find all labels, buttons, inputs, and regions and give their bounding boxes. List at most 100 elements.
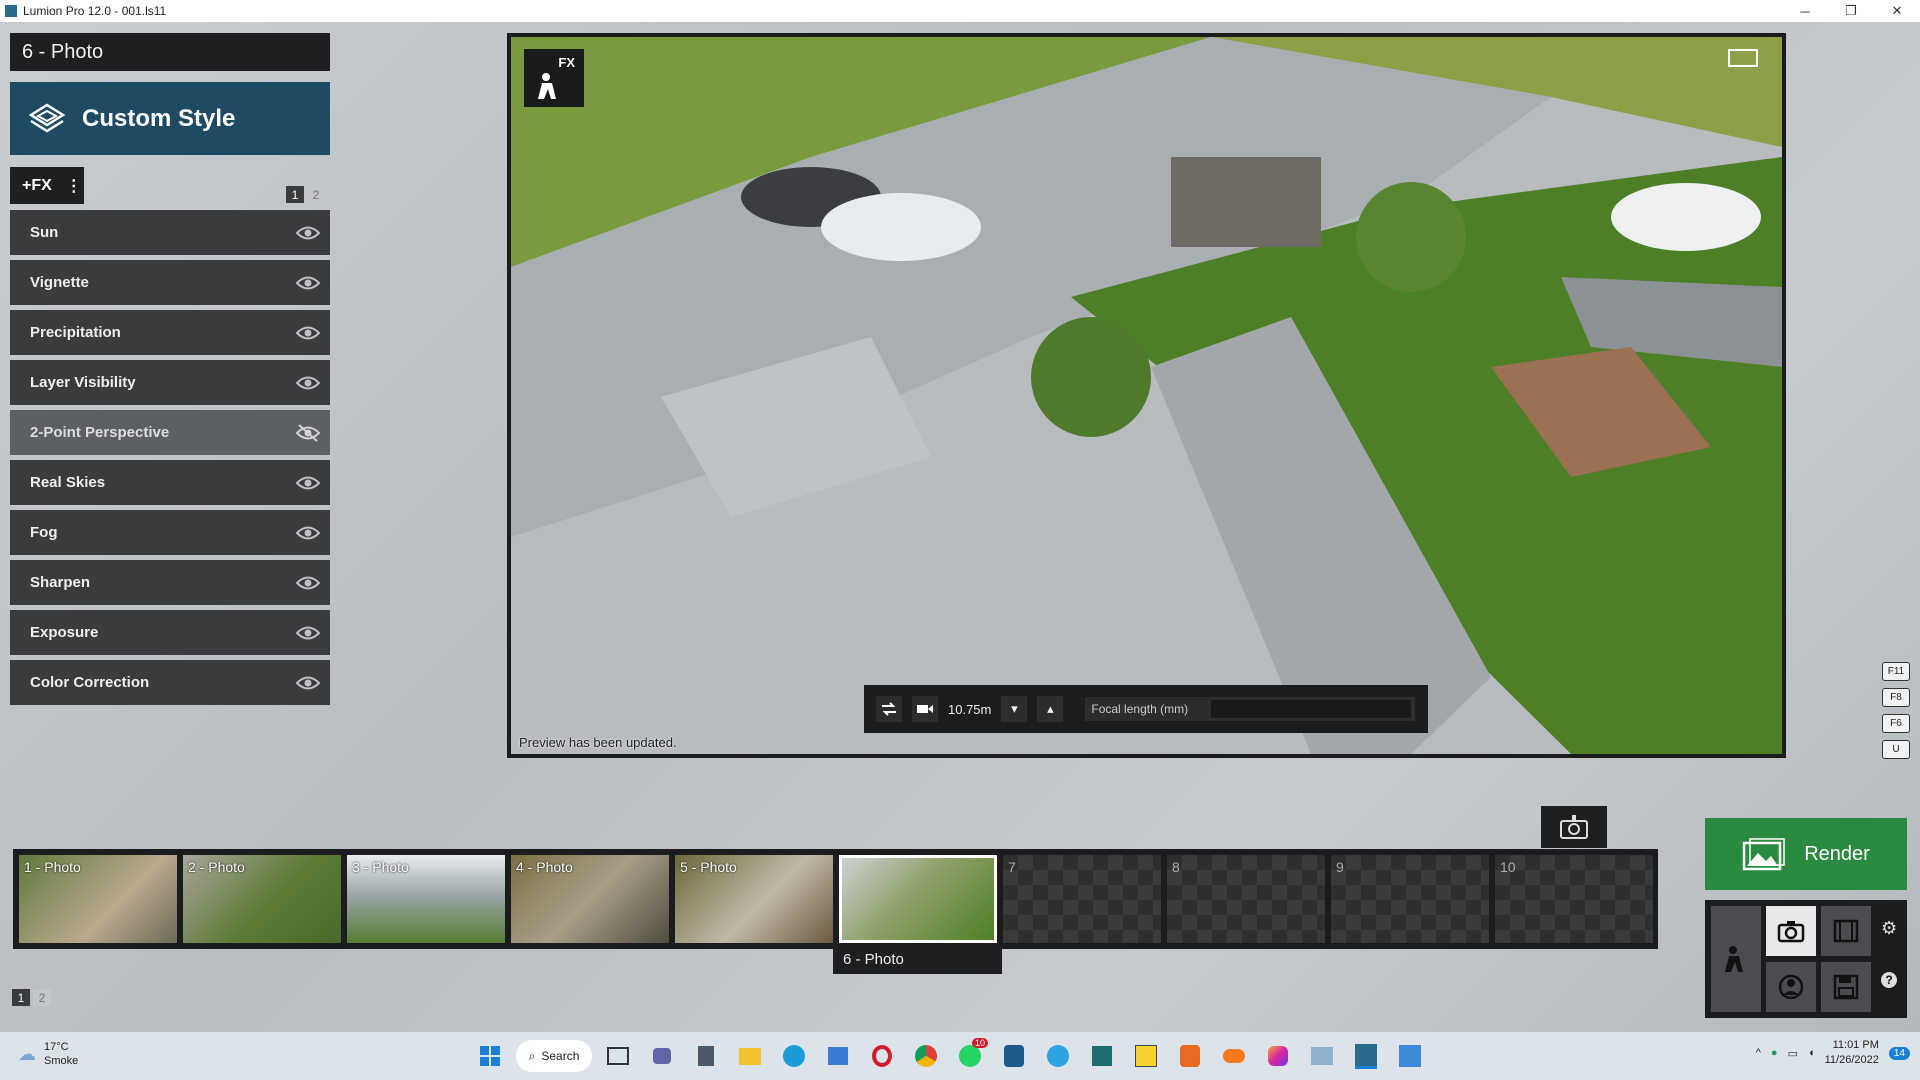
eye-icon[interactable] (296, 475, 320, 491)
maximize-button[interactable]: ❐ (1828, 0, 1874, 22)
volume-icon[interactable]: ◖ (1808, 1047, 1815, 1059)
eye-off-icon[interactable] (296, 423, 320, 442)
effect-color-correction[interactable]: Color Correction (10, 660, 330, 705)
focal-length-slider[interactable]: Focal length (mm) (1085, 697, 1416, 721)
effect-exposure[interactable]: Exposure (10, 610, 330, 655)
photo-thumbnail[interactable]: 2 - Photo (183, 855, 341, 943)
search-label: Search (541, 1049, 580, 1063)
camera-height-value[interactable]: 10.75m (948, 702, 991, 717)
effect-precipitation[interactable]: Precipitation (10, 310, 330, 355)
photo-mode-button[interactable] (1766, 906, 1816, 956)
effect-layer-visibility[interactable]: Layer Visibility (10, 360, 330, 405)
focal-length-track[interactable] (1211, 700, 1412, 718)
key-f8[interactable]: F8 (1882, 688, 1910, 707)
file-explorer-icon[interactable] (732, 1038, 768, 1074)
weather-widget[interactable]: ☁ 17°C Smoke (18, 1040, 78, 1068)
render-button[interactable]: Render (1705, 818, 1907, 890)
movie-mode-button[interactable] (1821, 906, 1871, 956)
empty-photo-slot[interactable]: 9 (1331, 855, 1489, 943)
notification-badge[interactable]: 14 (1888, 1046, 1910, 1060)
network-icon[interactable]: ▭ (1788, 1047, 1798, 1060)
photo-viewport[interactable]: FX Preview has been updated. (507, 33, 1786, 758)
eye-icon[interactable] (296, 325, 320, 341)
preview-status: Preview has been updated. (519, 735, 677, 750)
app-tray-icon[interactable]: ● (1771, 1047, 1778, 1059)
photo-title[interactable]: 6 - Photo (10, 33, 330, 71)
height-down-button[interactable]: ▾ (1001, 696, 1028, 722)
fx-page-2[interactable]: 2 (307, 186, 325, 203)
chevron-down-icon: ▾ (1011, 701, 1018, 716)
effect-label: Layer Visibility (30, 374, 136, 391)
app-blue-icon[interactable] (1392, 1038, 1428, 1074)
empty-photo-slot[interactable]: 8 (1167, 855, 1325, 943)
key-u[interactable]: U (1882, 740, 1910, 759)
eye-icon[interactable] (296, 575, 320, 591)
chevron-up-icon: ▴ (1047, 701, 1054, 716)
windows-start-icon[interactable] (472, 1038, 508, 1074)
fx-toggle-button[interactable]: FX (524, 49, 584, 107)
instagram-icon[interactable] (1260, 1038, 1296, 1074)
taskbar-search-button[interactable]: ⌕ Search (516, 1040, 592, 1072)
edge-browser-icon[interactable] (776, 1038, 812, 1074)
eye-icon[interactable] (296, 625, 320, 641)
key-f6[interactable]: F6 (1882, 714, 1910, 733)
aspect-frame-icon[interactable] (1728, 49, 1758, 67)
custom-style-button[interactable]: Custom Style (10, 82, 330, 155)
chrome-icon[interactable] (908, 1038, 944, 1074)
image-viewer-icon[interactable] (1304, 1038, 1340, 1074)
empty-photo-slot[interactable]: 7 (1003, 855, 1161, 943)
eye-icon[interactable] (296, 225, 320, 241)
swap-camera-button[interactable] (876, 696, 902, 722)
effect-sharpen[interactable]: Sharpen (10, 560, 330, 605)
calculator-icon[interactable] (688, 1038, 724, 1074)
photo-thumbnail[interactable]: 4 - Photo (511, 855, 669, 943)
effect-vignette[interactable]: Vignette (10, 260, 330, 305)
soundcloud-icon[interactable] (1216, 1038, 1252, 1074)
build-mode-button[interactable] (1711, 906, 1761, 1012)
panorama-mode-button[interactable] (1766, 962, 1816, 1012)
photo-thumbnail[interactable]: 5 - Photo (675, 855, 833, 943)
photo-thumbnail[interactable]: 3 - Photo (347, 855, 505, 943)
settings-icon[interactable]: ⚙ (1881, 918, 1897, 939)
key-f11[interactable]: F11 (1882, 662, 1910, 681)
eye-icon[interactable] (296, 375, 320, 391)
store-icon[interactable] (820, 1038, 856, 1074)
eye-icon[interactable] (296, 675, 320, 691)
chat-icon[interactable] (644, 1038, 680, 1074)
task-view-icon[interactable] (600, 1038, 636, 1074)
height-up-button[interactable]: ▴ (1037, 696, 1064, 722)
lumion-taskbar-icon[interactable] (1348, 1038, 1384, 1074)
chevron-up-icon[interactable]: ^ (1756, 1047, 1761, 1059)
photo-page-2[interactable]: 2 (33, 989, 51, 1006)
swap-icon (882, 702, 896, 716)
help-icon[interactable]: ? (1881, 972, 1897, 988)
effect-fog[interactable]: Fog (10, 510, 330, 555)
photo-thumbnail[interactable]: 1 - Photo (19, 855, 177, 943)
sketchup-icon[interactable] (1084, 1038, 1120, 1074)
add-fx-button[interactable]: +FX ⋮ (10, 167, 84, 204)
sticky-notes-icon[interactable] (1128, 1038, 1164, 1074)
whatsapp-icon[interactable]: 10 (952, 1038, 988, 1074)
eye-icon[interactable] (296, 525, 320, 541)
telegram-icon[interactable] (1040, 1038, 1076, 1074)
camera-height-button[interactable] (912, 696, 938, 722)
empty-photo-slot[interactable]: 10 (1495, 855, 1653, 943)
clock[interactable]: 11:01 PM 11/26/2022 (1825, 1038, 1879, 1068)
minimize-button[interactable]: ─ (1782, 0, 1828, 22)
effect-real-skies[interactable]: Real Skies (10, 460, 330, 505)
save-button[interactable] (1821, 962, 1871, 1012)
close-button[interactable]: ✕ (1874, 0, 1920, 22)
fx-page-1[interactable]: 1 (286, 186, 304, 203)
opera-icon[interactable] (864, 1038, 900, 1074)
fx-menu-icon[interactable]: ⋮ (66, 176, 82, 196)
eye-icon[interactable] (296, 275, 320, 291)
scene-preview[interactable]: FX Preview has been updated. (511, 37, 1782, 754)
photo-page-1[interactable]: 1 (12, 989, 30, 1006)
effect-sun[interactable]: Sun (10, 210, 330, 255)
selected-photo-label: 6 - Photo (833, 945, 1002, 974)
app-shield-icon[interactable] (996, 1038, 1032, 1074)
photo-thumbnail-selected[interactable] (839, 855, 997, 943)
app-g-icon[interactable] (1172, 1038, 1208, 1074)
effect-2-point-perspective[interactable]: 2-Point Perspective (10, 410, 330, 455)
take-photo-button[interactable] (1541, 806, 1607, 848)
